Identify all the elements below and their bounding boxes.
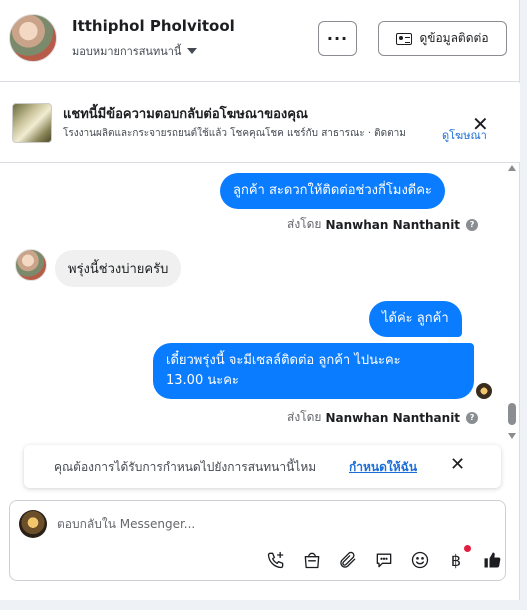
more-options-button[interactable]: ···: [318, 21, 357, 56]
assign-conversation-label: มอบหมายการสนทนานี้: [72, 45, 182, 58]
sent-by-name: Nanwhan Nanthanit: [325, 410, 461, 425]
close-icon[interactable]: ✕: [472, 112, 489, 136]
close-icon[interactable]: ✕: [450, 454, 465, 475]
ad-banner-title: แชทนี้มีข้อความตอบกลับต่อโฆษณาของคุณ: [63, 107, 308, 122]
shop-bag-icon[interactable]: [294, 548, 330, 572]
message-scrollbar[interactable]: [508, 165, 517, 440]
message-line: 13.00 นะคะ: [166, 373, 239, 388]
message-bubble-outgoing[interactable]: ลูกค้า สะดวกให้ติดต่อช่วงกี่โมงดีคะ: [220, 173, 445, 209]
assign-to-me-link[interactable]: กำหนดให้ฉัน: [349, 458, 417, 477]
conversation-panel: Itthiphol Pholvitool มอบหมายการสนทนานี้ …: [0, 0, 520, 600]
view-contact-label: ดูข้อมูลติดต่อ: [419, 31, 489, 45]
emoji-icon[interactable]: [402, 548, 438, 572]
caret-down-icon: [187, 48, 198, 54]
ad-reply-banner: แชทนี้มีข้อความตอบกลับต่อโฆษณาของคุณ โรง…: [0, 83, 520, 163]
page-avatar: [19, 510, 47, 538]
baht-icon[interactable]: ฿: [438, 544, 474, 572]
conversation-header: Itthiphol Pholvitool มอบหมายการสนทนานี้ …: [0, 0, 520, 82]
sent-by-prefix: ส่งโดย: [287, 410, 322, 424]
baht-symbol: ฿: [451, 544, 471, 570]
contact-name[interactable]: Itthiphol Pholvitool: [72, 17, 235, 35]
view-contact-button[interactable]: ดูข้อมูลติดต่อ: [378, 21, 507, 56]
message-bubble-outgoing[interactable]: ได้ค่ะ ลูกค้า: [369, 301, 462, 337]
call-add-icon[interactable]: [258, 548, 294, 572]
reply-composer: ตอบกลับใน Messenger... ฿: [9, 500, 506, 581]
scroll-up-arrow-icon[interactable]: [508, 165, 516, 171]
assign-conversation-dropdown[interactable]: มอบหมายการสนทนานี้: [72, 42, 198, 60]
assign-notice-text: คุณต้องการได้รับการกำหนดไปยังการสนทนานี้…: [54, 460, 317, 474]
scrollbar-thumb[interactable]: [508, 403, 516, 425]
ad-thumbnail: [12, 103, 52, 143]
message-bubble-outgoing[interactable]: เดี๋ยวพรุ่งนี้ จะมีเซลล์ติดต่อ ลูกค้า ไป…: [153, 343, 474, 399]
attach-icon[interactable]: [330, 548, 366, 572]
ad-banner-description: โรงงานผลิตและกระจายรถยนต์ใช้แล้ว โชคคุณโ…: [63, 128, 406, 139]
message-bubble-incoming[interactable]: พรุ่งนี้ช่วงบ่ายครับ: [55, 250, 182, 287]
assign-notice: คุณต้องการได้รับการกำหนดไปยังการสนทนานี้…: [24, 445, 501, 488]
help-icon[interactable]: ?: [466, 218, 479, 231]
scroll-down-arrow-icon[interactable]: [508, 433, 516, 439]
sent-by-line: ส่งโดย Nanwhan Nanthanit ?: [287, 408, 479, 427]
read-receipt-avatar: [476, 383, 492, 399]
sent-by-prefix: ส่งโดย: [287, 217, 322, 231]
message-line: เดี๋ยวพรุ่งนี้ จะมีเซลล์ติดต่อ ลูกค้า ไป…: [166, 353, 401, 368]
help-icon[interactable]: ?: [466, 411, 479, 424]
contact-message-avatar: [15, 249, 47, 281]
contact-card-icon: [396, 32, 413, 45]
chat-bubble-icon[interactable]: [366, 548, 402, 572]
notification-dot: [463, 544, 471, 552]
sent-by-line: ส่งโดย Nanwhan Nanthanit ?: [287, 215, 479, 234]
reply-input[interactable]: ตอบกลับใน Messenger...: [57, 515, 195, 534]
composer-toolbar: ฿: [258, 544, 510, 572]
like-icon[interactable]: [474, 548, 510, 572]
sent-by-name: Nanwhan Nanthanit: [325, 217, 461, 232]
contact-avatar[interactable]: [9, 14, 57, 62]
